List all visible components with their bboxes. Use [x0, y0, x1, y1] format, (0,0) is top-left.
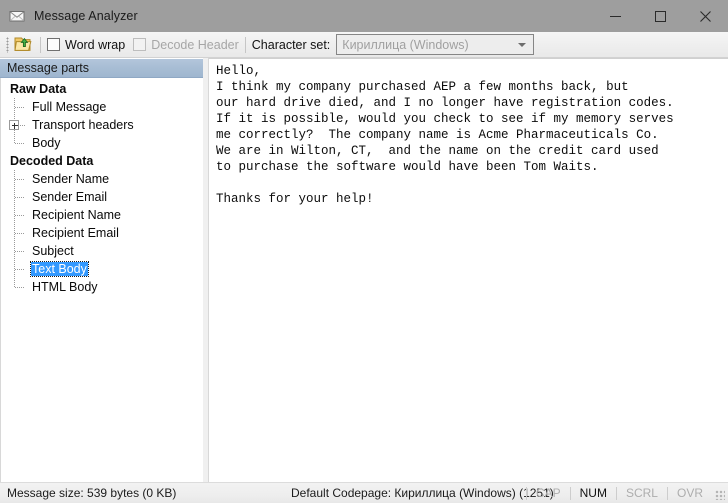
- toolbar: Word wrap Decode Header Character set: К…: [0, 32, 728, 58]
- resize-grip[interactable]: [715, 490, 725, 500]
- toolbar-drag-grip[interactable]: [6, 36, 9, 53]
- word-wrap-label: Word wrap: [65, 37, 126, 52]
- status-flags: CAP NUM SCRL OVR: [525, 483, 712, 503]
- word-wrap-checkbox[interactable]: Word wrap: [47, 38, 125, 52]
- tree-item-full-message[interactable]: Full Message: [1, 98, 203, 116]
- close-button[interactable]: [683, 0, 728, 32]
- status-flag-scrl: SCRL: [625, 486, 658, 500]
- message-body-text: Hello, I think my company purchased AEP …: [216, 64, 674, 206]
- message-parts-panel: Message parts Raw Data Full Message Tran…: [0, 58, 204, 482]
- maximize-button[interactable]: [638, 0, 683, 32]
- tree-connector: [9, 134, 31, 152]
- decode-header-checkbox: Decode Header: [133, 38, 239, 52]
- tree-item-transport-headers[interactable]: Transport headers: [1, 116, 203, 134]
- open-folder-icon[interactable]: [12, 34, 34, 56]
- tree-group-decoded-data[interactable]: Decoded Data: [1, 152, 203, 170]
- tree-group-label: Decoded Data: [10, 154, 94, 168]
- tree-item-label: Text Body: [30, 261, 89, 277]
- charset-label: Character set:: [251, 37, 331, 52]
- charset-dropdown[interactable]: Кириллица (Windows): [336, 34, 535, 55]
- tree-item-text-body[interactable]: Text Body: [1, 260, 203, 278]
- tree-item-sender-name[interactable]: Sender Name: [1, 170, 203, 188]
- tree-item-label: Sender Name: [32, 172, 110, 186]
- tree-item-label: Body: [32, 136, 61, 150]
- decode-header-checkbox-box: [133, 38, 147, 51]
- tree-connector: [9, 260, 31, 278]
- status-message-size: Message size: 539 bytes (0 KB): [7, 486, 177, 500]
- chevron-down-icon[interactable]: [518, 42, 527, 47]
- tree-connector: [9, 224, 31, 242]
- tree-item-label: Subject: [32, 244, 74, 258]
- tree-item-recipient-name[interactable]: Recipient Name: [1, 206, 203, 224]
- charset-selected-value: Кириллица (Windows): [342, 37, 469, 52]
- tree-item-subject[interactable]: Subject: [1, 242, 203, 260]
- decode-header-label: Decode Header: [151, 37, 239, 52]
- tree-connector: [9, 278, 31, 296]
- tree-item-html-body[interactable]: HTML Body: [1, 278, 203, 296]
- tree-item-label: Sender Email: [32, 190, 108, 204]
- tree-connector: [9, 98, 31, 116]
- tree-item-label: HTML Body: [32, 280, 98, 294]
- status-default-codepage: Default Codepage: Кириллица (Windows) (1…: [291, 486, 554, 500]
- tree-item-label: Full Message: [32, 100, 107, 114]
- tree-connector: [9, 206, 31, 224]
- tree-expander-plus[interactable]: [9, 116, 31, 134]
- tree-group-label: Raw Data: [10, 82, 67, 96]
- tree-item-label: Recipient Email: [32, 226, 119, 240]
- title-bar: Message Analyzer: [0, 0, 728, 32]
- status-flag-ovr: OVR: [676, 486, 703, 500]
- message-analyzer-window: Message Analyzer Word wrap Decode Header…: [0, 0, 728, 503]
- tree-item-label: Transport headers: [32, 118, 134, 132]
- tree-item-label: Recipient Name: [32, 208, 121, 222]
- window-title: Message Analyzer: [34, 9, 138, 23]
- status-flag-cap: CAP: [535, 486, 561, 500]
- tree-connector: [9, 170, 31, 188]
- minimize-button[interactable]: [593, 0, 638, 32]
- envelope-icon: [9, 8, 25, 24]
- message-text-viewer[interactable]: Hello, I think my company purchased AEP …: [208, 58, 728, 482]
- status-bar: Message size: 539 bytes (0 KB) Default C…: [0, 482, 728, 503]
- toolbar-separator-1: [40, 36, 41, 53]
- window-controls: [593, 0, 728, 32]
- status-flag-num: NUM: [579, 486, 607, 500]
- word-wrap-checkbox-box[interactable]: [47, 38, 60, 51]
- tree-group-raw-data[interactable]: Raw Data: [1, 80, 203, 98]
- message-parts-header: Message parts: [0, 58, 203, 78]
- tree-connector: [9, 242, 31, 260]
- main-content: Message parts Raw Data Full Message Tran…: [0, 58, 728, 482]
- tree-item-body[interactable]: Body: [1, 134, 203, 152]
- plus-icon[interactable]: [9, 120, 19, 130]
- tree-item-sender-email[interactable]: Sender Email: [1, 188, 203, 206]
- message-parts-tree[interactable]: Raw Data Full Message Transport headers: [0, 78, 203, 482]
- toolbar-separator-2: [244, 36, 246, 53]
- tree-connector: [9, 188, 31, 206]
- tree-item-recipient-email[interactable]: Recipient Email: [1, 224, 203, 242]
